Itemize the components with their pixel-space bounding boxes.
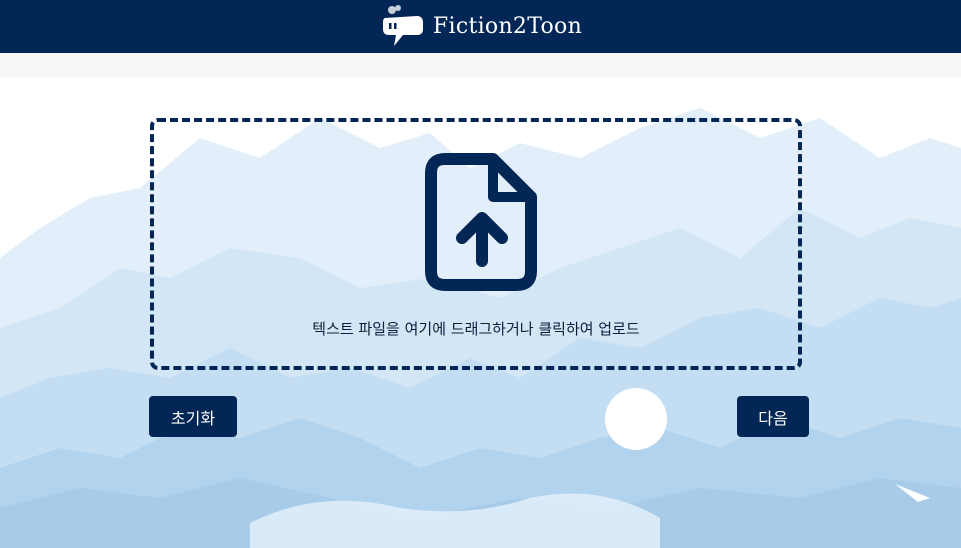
header-divider-strip xyxy=(0,53,961,78)
speech-bubble-logo-icon xyxy=(382,4,423,46)
file-upload-icon xyxy=(425,153,537,291)
reset-button[interactable]: 초기화 xyxy=(149,396,237,437)
brand-logo[interactable]: Fiction2Toon xyxy=(379,0,582,53)
dropzone-prompt: 텍스트 파일을 여기에 드래그하거나 클릭하여 업로드 xyxy=(312,320,640,338)
brand-name: Fiction2Toon xyxy=(432,14,583,39)
next-button[interactable]: 다음 xyxy=(737,396,809,437)
app-header: Fiction2Toon xyxy=(0,0,961,53)
file-dropzone[interactable]: 텍스트 파일을 여기에 드래그하거나 클릭하여 업로드 xyxy=(150,118,802,370)
